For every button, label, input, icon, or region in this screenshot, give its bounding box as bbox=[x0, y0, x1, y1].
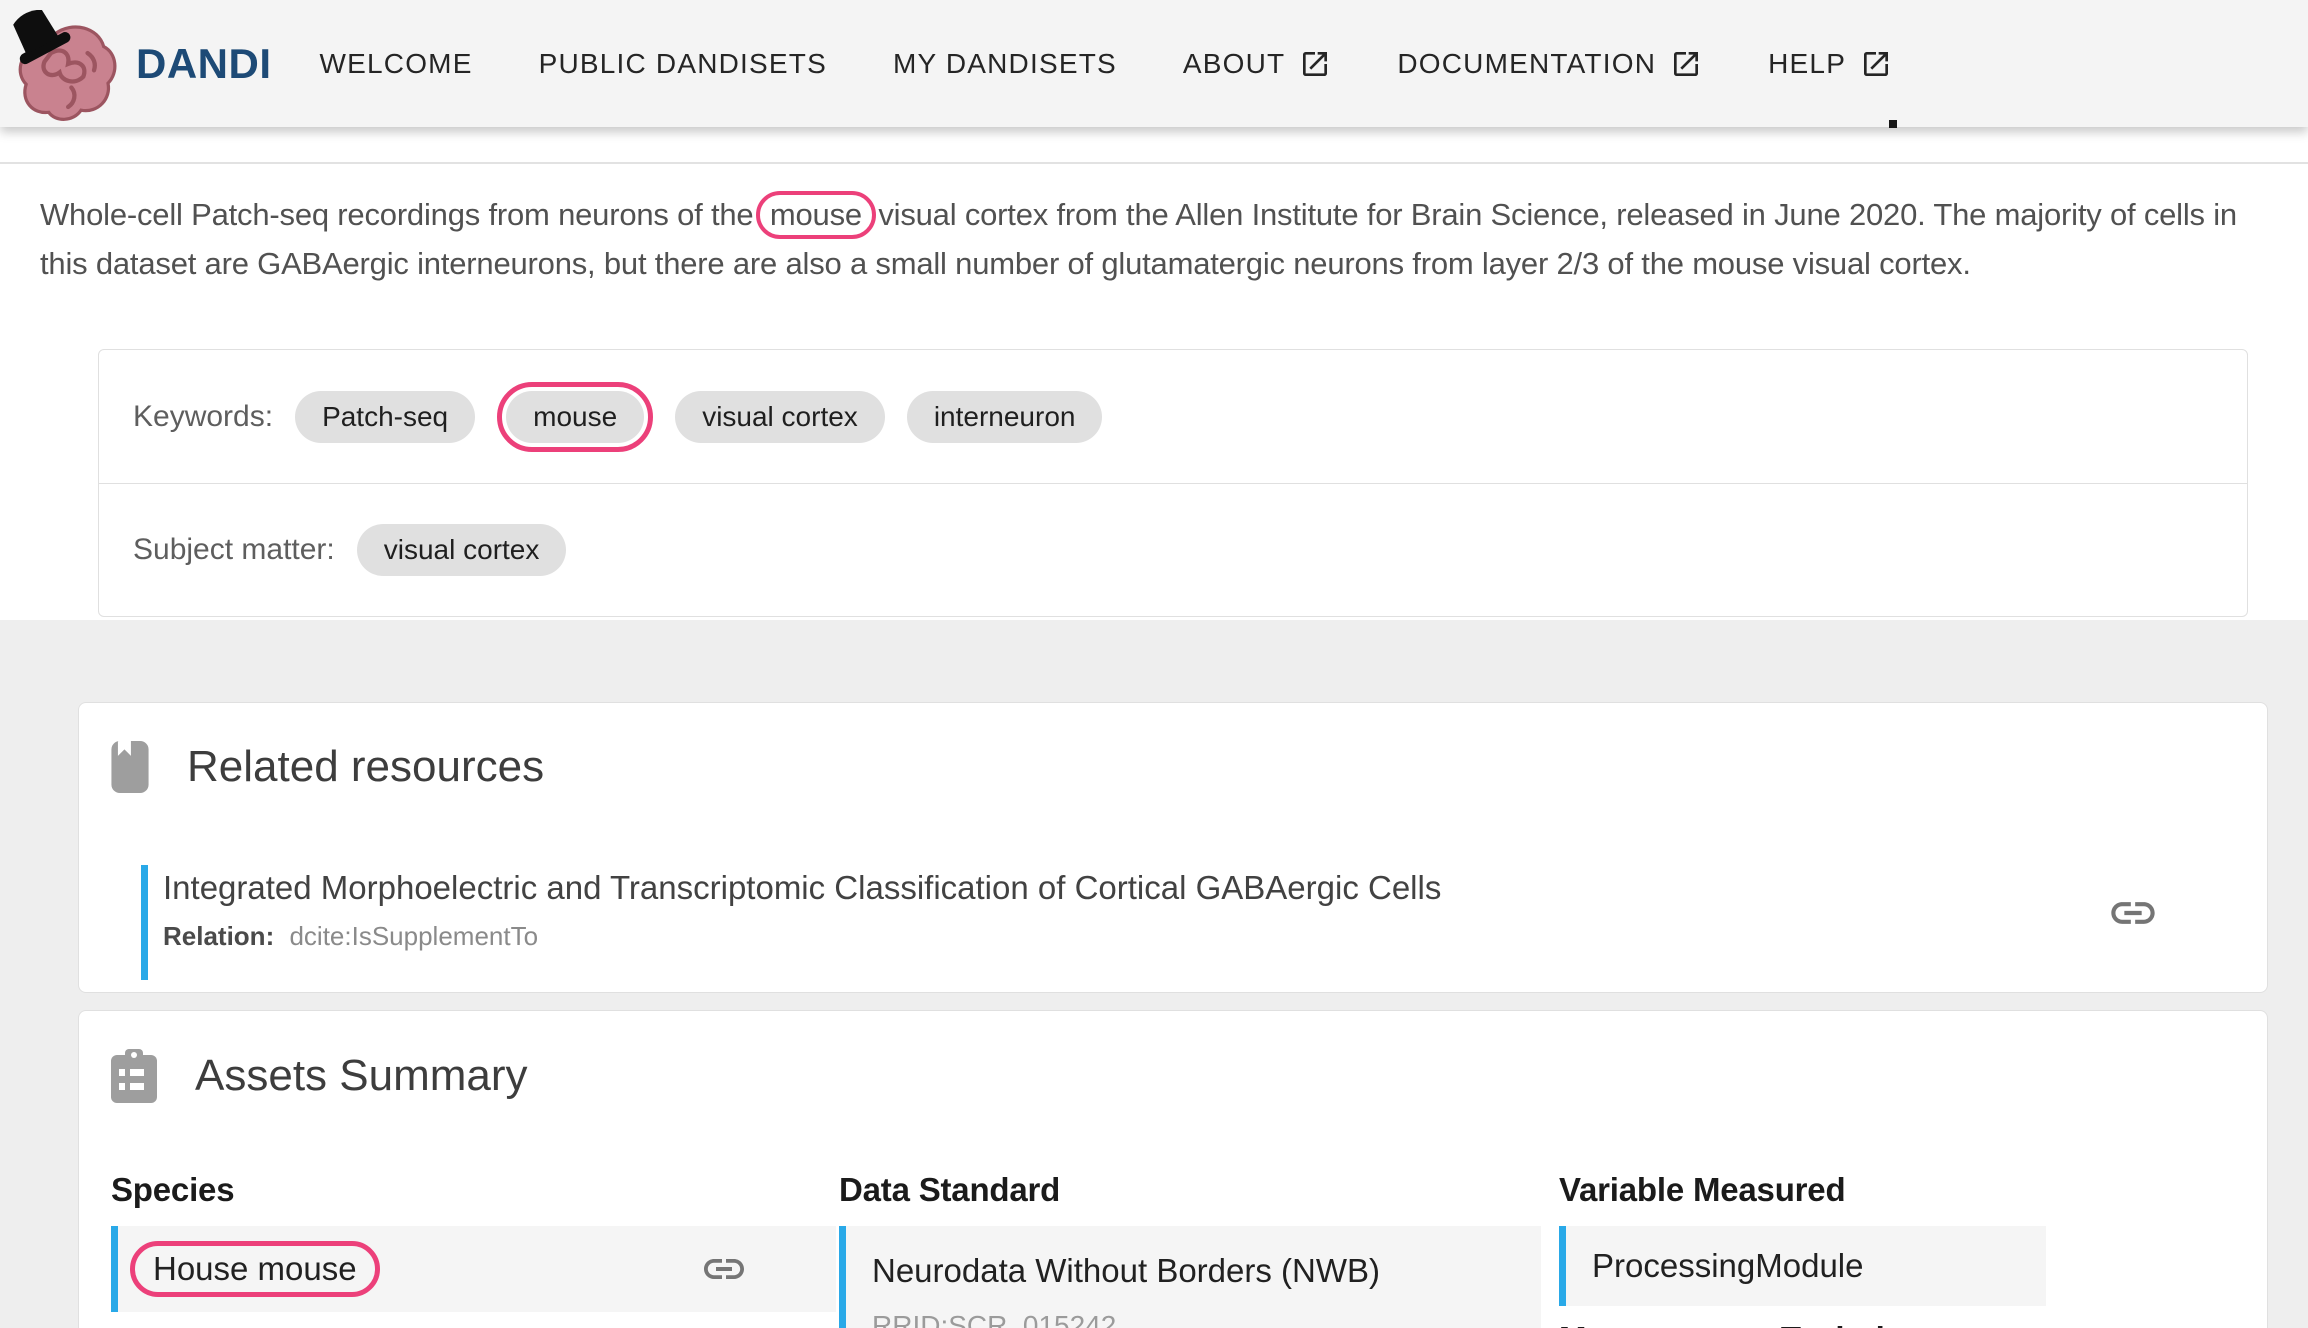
species-value: House mouse bbox=[153, 1250, 357, 1287]
nav-item-about[interactable]: ABOUT bbox=[1183, 48, 1331, 80]
highlight-ring-mouse-chip: mouse bbox=[497, 381, 654, 452]
subject-matter-chip-visual-cortex: visual cortex bbox=[356, 524, 567, 576]
variable-measured-value: ProcessingModule bbox=[1592, 1247, 1864, 1284]
header-divider bbox=[0, 162, 2308, 164]
external-link-icon bbox=[1864, 51, 1889, 76]
data-standard-value: Neurodata Without Borders (NWB) bbox=[872, 1252, 1381, 1289]
relation-label: Relation: bbox=[163, 921, 275, 951]
assets-summary-title: Assets Summary bbox=[195, 1051, 528, 1100]
variable-measured-value-box: ProcessingModule bbox=[1559, 1226, 2046, 1306]
metadata-card: Keywords: Patch-seq mouse visual cortex … bbox=[98, 349, 2248, 617]
variable-measured-header: Variable Measured bbox=[1559, 1171, 1846, 1208]
keywords-row: Keywords: Patch-seq mouse visual cortex … bbox=[99, 350, 2247, 483]
keyword-chip-mouse: mouse bbox=[506, 390, 645, 443]
related-resources-title: Related resources bbox=[187, 742, 545, 791]
assets-summary-card: Assets Summary Species House mouse Data … bbox=[78, 1010, 2268, 1328]
related-resources-card: Related resources Integrated Morphoelect… bbox=[78, 702, 2268, 993]
data-standard-rrid: RRID:SCR_015242 bbox=[872, 1310, 1117, 1328]
species-link-icon[interactable] bbox=[700, 1245, 748, 1293]
scroll-artifact-dot bbox=[1889, 120, 1897, 128]
clipboard-list-icon bbox=[111, 1049, 157, 1103]
nav-item-help[interactable]: HELP bbox=[1768, 48, 1892, 80]
data-standard-header: Data Standard bbox=[839, 1171, 1061, 1208]
assets-column-data-standard: Data Standard Neurodata Without Borders … bbox=[839, 1171, 1541, 1328]
nav-item-my-dandisets[interactable]: MY DANDISETS bbox=[893, 48, 1117, 80]
dandi-brain-logo-icon[interactable] bbox=[12, 9, 120, 122]
top-navbar: DANDI WELCOME PUBLIC DANDISETS MY DANDIS… bbox=[0, 0, 2308, 127]
bookmark-icon bbox=[111, 741, 149, 793]
highlight-ring-mouse-word: mouse bbox=[755, 191, 876, 239]
subject-matter-label: Subject matter: bbox=[133, 533, 335, 566]
nav-item-welcome[interactable]: WELCOME bbox=[320, 48, 473, 80]
related-resources-header: Related resources bbox=[79, 703, 2267, 793]
keyword-chip-interneuron: interneuron bbox=[906, 390, 1103, 443]
keywords-label: Keywords: bbox=[133, 399, 274, 433]
species-value-box: House mouse bbox=[111, 1226, 836, 1312]
description-text-before: Whole-cell Patch-seq recordings from neu… bbox=[40, 197, 762, 232]
resource-accent-bar bbox=[141, 865, 148, 980]
assets-column-variable-measured: Variable Measured ProcessingModule Measu… bbox=[1559, 1171, 2046, 1328]
resource-title: Integrated Morphoelectric and Transcript… bbox=[163, 869, 1442, 906]
subject-matter-row: Subject matter: visual cortex bbox=[99, 483, 2247, 616]
resource-item: Integrated Morphoelectric and Transcript… bbox=[141, 861, 2207, 980]
resource-link-icon[interactable] bbox=[2107, 887, 2159, 939]
relation-value: dcite:IsSupplementTo bbox=[289, 921, 539, 951]
external-link-icon bbox=[1303, 51, 1328, 76]
nav-item-documentation[interactable]: DOCUMENTATION bbox=[1397, 48, 1702, 80]
measurement-technique-header: Measurement Technique bbox=[1559, 1320, 2046, 1328]
data-standard-value-box: Neurodata Without Borders (NWB) RRID:SCR… bbox=[839, 1226, 1541, 1328]
assets-summary-header: Assets Summary bbox=[79, 1011, 2267, 1103]
species-header: Species bbox=[111, 1171, 235, 1208]
highlight-ring-house-mouse: House mouse bbox=[130, 1241, 380, 1297]
resource-relation: Relation: dcite:IsSupplementTo bbox=[163, 921, 2207, 952]
nav-menu: WELCOME PUBLIC DANDISETS MY DANDISETS AB… bbox=[320, 48, 1959, 80]
external-link-icon bbox=[1674, 51, 1699, 76]
keyword-chip-visual-cortex: visual cortex bbox=[675, 390, 885, 443]
dandiset-description: Whole-cell Patch-seq recordings from neu… bbox=[40, 190, 2288, 288]
brand-title[interactable]: DANDI bbox=[136, 40, 272, 88]
page: DANDI WELCOME PUBLIC DANDISETS MY DANDIS… bbox=[0, 0, 2308, 1328]
nav-item-public-dandisets[interactable]: PUBLIC DANDISETS bbox=[539, 48, 827, 80]
assets-column-species: Species House mouse bbox=[111, 1171, 836, 1312]
keyword-chip-patch-seq: Patch-seq bbox=[295, 390, 476, 443]
